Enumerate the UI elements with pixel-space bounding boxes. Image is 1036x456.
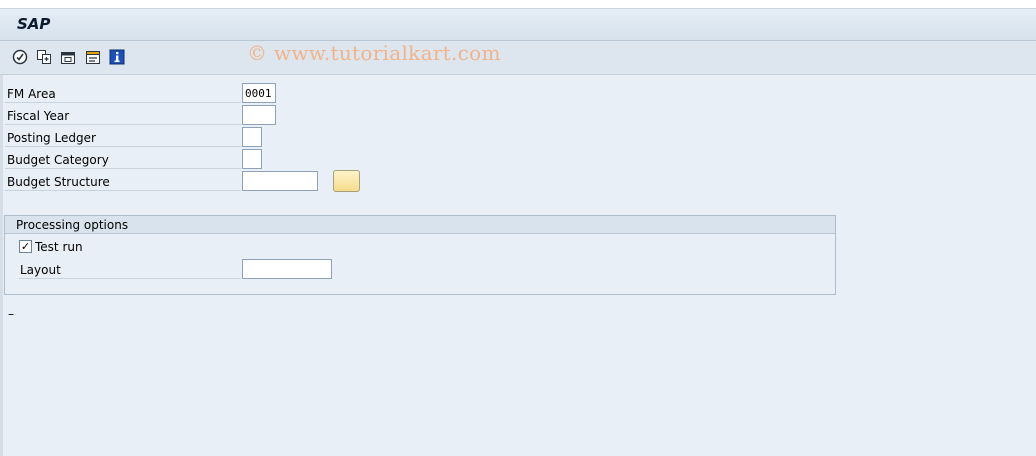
fm-area-label: FM Area: [7, 87, 56, 101]
layout-label: Layout: [20, 263, 61, 277]
layout-field[interactable]: [242, 259, 332, 279]
test-run-checkbox[interactable]: ✓: [19, 240, 32, 253]
budget-category-row: Budget Category: [5, 149, 241, 169]
checkmark-icon: ✓: [20, 240, 31, 253]
posting-ledger-label: Posting Ledger: [7, 131, 96, 145]
cursor-mark: –: [8, 307, 14, 321]
fm-area-field[interactable]: 0001: [242, 83, 276, 103]
budget-structure-row: Budget Structure: [5, 171, 241, 191]
fm-area-row: FM Area: [5, 83, 241, 103]
save-variant-icon[interactable]: [60, 49, 76, 65]
fiscal-year-field[interactable]: [242, 105, 276, 125]
left-edge: [0, 75, 3, 456]
budget-structure-label: Budget Structure: [7, 175, 110, 189]
posting-ledger-field[interactable]: [242, 127, 262, 147]
processing-options-header: Processing options: [5, 216, 835, 234]
budget-structure-field[interactable]: [242, 171, 318, 191]
budget-category-field[interactable]: [242, 149, 262, 169]
page-title: SAP: [17, 15, 51, 33]
test-run-label: Test run: [35, 240, 83, 254]
selection-options-icon[interactable]: [85, 49, 101, 65]
execute-icon[interactable]: [12, 49, 28, 65]
window-top-strip: [0, 0, 1036, 9]
budget-structure-value-help-button[interactable]: [333, 170, 360, 192]
title-bar: SAP: [0, 9, 1036, 41]
get-variant-icon[interactable]: [36, 49, 52, 65]
budget-category-label: Budget Category: [7, 153, 109, 167]
fiscal-year-row: Fiscal Year: [5, 105, 241, 125]
posting-ledger-row: Posting Ledger: [5, 127, 241, 147]
fiscal-year-label: Fiscal Year: [7, 109, 70, 123]
watermark: © www.tutorialkart.com: [247, 41, 501, 65]
processing-options-title: Processing options: [16, 218, 129, 232]
application-toolbar: © www.tutorialkart.com: [0, 41, 1036, 75]
layout-row: Layout: [19, 260, 241, 279]
processing-options-group: Processing options: [4, 215, 836, 295]
info-icon[interactable]: [109, 49, 125, 65]
